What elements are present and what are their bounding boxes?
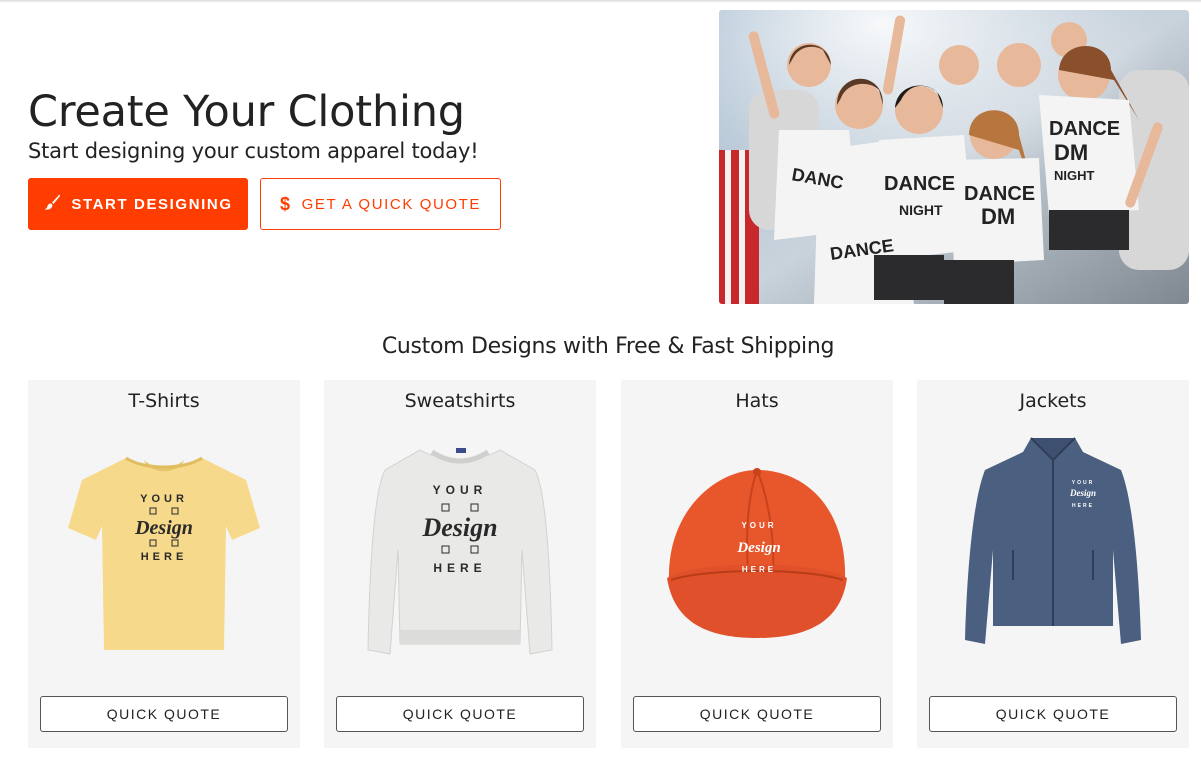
- design-mark-bottom: HERE: [433, 561, 486, 575]
- svg-text:NIGHT: NIGHT: [899, 202, 943, 218]
- hero-subtitle: Start designing your custom apparel toda…: [28, 139, 479, 163]
- start-designing-label: START DESIGNING: [71, 195, 233, 213]
- product-title: Jackets: [1019, 390, 1087, 412]
- tshirt-image: YOUR Design HERE: [64, 430, 264, 670]
- design-mark-middle: Design: [134, 517, 193, 539]
- quick-quote-button[interactable]: QUICK QUOTE: [929, 696, 1177, 732]
- svg-text:DANCE: DANCE: [964, 183, 1035, 205]
- product-card-hats[interactable]: Hats YOUR Design HERE QUICK QUOTE: [621, 380, 893, 748]
- product-title: T-Shirts: [128, 390, 200, 412]
- quick-quote-button[interactable]: QUICK QUOTE: [40, 696, 288, 732]
- svg-text:DANCE: DANCE: [1049, 118, 1120, 140]
- quick-quote-hero-label: GET A QUICK QUOTE: [301, 195, 482, 213]
- svg-text:DM: DM: [981, 204, 1015, 229]
- dollar-icon: $: [279, 193, 292, 214]
- quick-quote-button[interactable]: QUICK QUOTE: [633, 696, 881, 732]
- design-mark-bottom: HERE: [141, 551, 188, 563]
- product-title: Sweatshirts: [404, 390, 516, 412]
- design-mark-top: YOUR: [1072, 480, 1094, 486]
- section-title: Custom Designs with Free & Fast Shipping: [381, 334, 835, 359]
- product-card-tshirts[interactable]: T-Shirts YOUR Design HERE QUICK QUOTE: [28, 380, 300, 748]
- design-mark-middle: Design: [1069, 488, 1096, 498]
- design-mark-middle: Design: [736, 540, 780, 556]
- design-mark-top: YOUR: [433, 483, 488, 497]
- hero-section: Create Your Clothing Start designing you…: [28, 86, 668, 164]
- design-mark-middle: Design: [421, 513, 497, 542]
- product-card-jackets[interactable]: Jackets YOUR Design HERE QUICK QUOTE: [917, 380, 1189, 748]
- hero-buttons: START DESIGNING $ GET A QUICK QUOTE: [28, 178, 501, 230]
- jacket-image: YOUR Design HERE: [953, 430, 1153, 670]
- design-mark-bottom: HERE: [742, 565, 776, 574]
- design-mark-bottom: HERE: [1072, 503, 1094, 509]
- svg-text:NIGHT: NIGHT: [1054, 168, 1095, 183]
- svg-text:DANCE: DANCE: [884, 173, 955, 195]
- quick-quote-button[interactable]: QUICK QUOTE: [336, 696, 584, 732]
- hat-image: YOUR Design HERE: [657, 430, 857, 670]
- hero-title: Create Your Clothing: [28, 87, 465, 137]
- svg-text:DM: DM: [1054, 140, 1088, 165]
- product-card-sweatshirts[interactable]: Sweatshirts YOUR Design HERE QUICK QUOTE: [324, 380, 596, 748]
- paintbrush-icon: [43, 193, 61, 215]
- hero-photo: DANC DANCE NIGHT DANCE DM DANCE DM NIGHT…: [719, 10, 1189, 304]
- design-mark-top: YOUR: [741, 521, 776, 530]
- design-mark-top: YOUR: [140, 493, 188, 505]
- start-designing-button[interactable]: START DESIGNING: [28, 178, 248, 230]
- top-divider: [0, 0, 1201, 3]
- quick-quote-hero-button[interactable]: $ GET A QUICK QUOTE: [260, 178, 501, 230]
- product-title: Hats: [735, 390, 779, 412]
- sweatshirt-image: YOUR Design HERE: [360, 430, 560, 670]
